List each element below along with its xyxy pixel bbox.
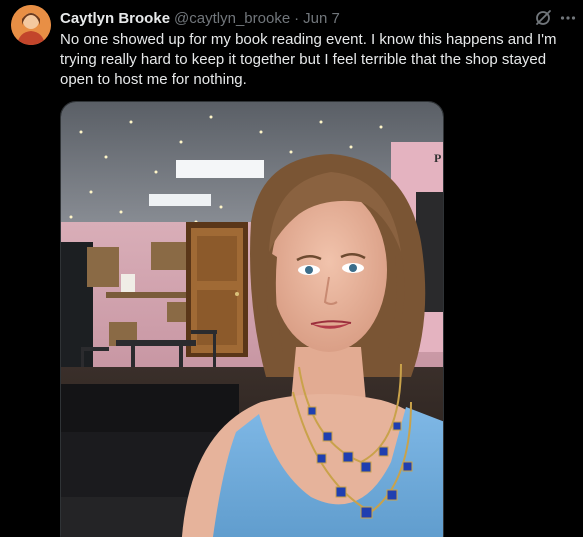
tweet-date[interactable]: Jun 7 [303,10,340,27]
more-options-button[interactable] [557,7,579,29]
grok-icon [536,10,551,25]
photo-illustration: P [61,102,443,537]
header-separator: · [294,9,300,27]
tweet[interactable]: Caytlyn Brooke @caytlyn_brooke · Jun 7 N… [0,0,583,537]
tweet-header: Caytlyn Brooke @caytlyn_brooke · Jun 7 [60,8,340,28]
author-handle[interactable]: @caytlyn_brooke [174,10,290,27]
more-icon [560,16,576,20]
author-avatar[interactable] [11,5,51,45]
author-display-name[interactable]: Caytlyn Brooke [60,10,170,27]
grok-button[interactable] [532,7,554,29]
tweet-text: No one showed up for my book reading eve… [60,31,561,88]
avatar-icon [11,5,51,45]
shop-sign-fragment: P [434,151,441,165]
tweet-photo[interactable]: P [60,101,444,537]
